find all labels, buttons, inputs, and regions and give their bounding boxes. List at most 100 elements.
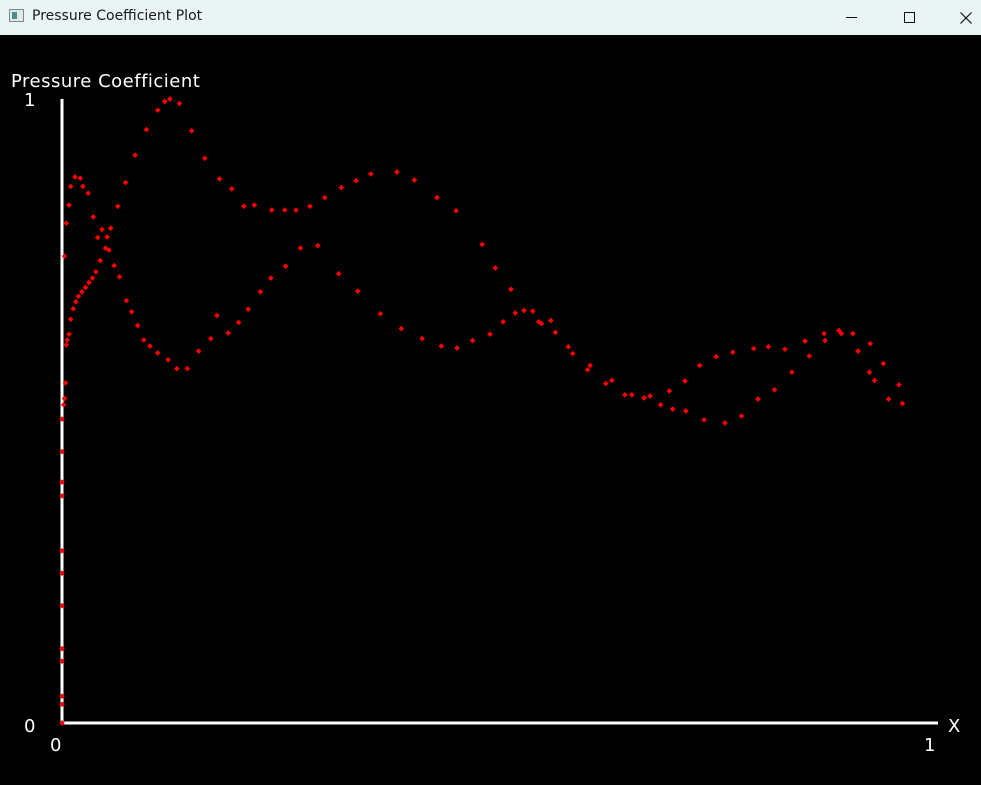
data-point-s1-29	[245, 306, 252, 313]
data-point-s1-59	[750, 345, 757, 352]
pressure-coefficient-chart: Pressure Coefficient 1 0 0 1 X	[11, 71, 961, 756]
data-point-s0-16	[64, 337, 71, 343]
data-point-s1-44	[500, 318, 506, 325]
data-point-s0-68	[669, 406, 676, 412]
close-button[interactable]	[943, 0, 981, 35]
x-tick-label-max: 1	[924, 735, 936, 756]
data-point-s0-75	[789, 369, 795, 376]
data-point-s1-40	[438, 343, 445, 349]
data-point-s0-72	[738, 413, 745, 419]
data-point-s1-13	[111, 262, 118, 269]
data-point-s0-29	[107, 225, 114, 232]
data-point-s1-2	[66, 202, 72, 208]
maximize-icon	[903, 12, 915, 23]
data-point-s0-79	[855, 348, 861, 354]
data-point-s0-1	[59, 701, 65, 708]
data-point-s0-17	[66, 331, 72, 338]
data-point-s1-41	[454, 345, 460, 351]
data-point-s0-66	[641, 395, 647, 401]
data-point-s0-26	[93, 268, 99, 275]
data-point-s1-38	[398, 325, 405, 332]
data-point-s1-61	[782, 346, 788, 353]
data-point-s0-53	[411, 177, 418, 183]
data-point-s0-35	[161, 98, 168, 105]
data-point-s1-42	[469, 337, 476, 344]
data-point-s1-25	[207, 335, 214, 342]
x-tick-label-min: 0	[50, 735, 62, 756]
data-point-s0-39	[201, 155, 208, 162]
data-point-s1-15	[123, 297, 130, 304]
data-point-s1-3	[67, 183, 74, 190]
data-point-s0-59	[521, 307, 527, 314]
data-point-s1-6	[80, 183, 86, 190]
data-point-s0-42	[240, 203, 247, 210]
data-point-s1-16	[128, 308, 135, 315]
data-point-s1-32	[282, 263, 289, 270]
data-point-s1-10	[99, 226, 105, 233]
data-point-s1-20	[154, 350, 161, 356]
data-point-s0-71	[722, 420, 728, 426]
data-point-s1-58	[729, 349, 736, 356]
data-point-s1-18	[140, 337, 147, 343]
data-point-s1-14	[116, 273, 123, 280]
data-point-s1-39	[419, 335, 426, 342]
data-point-s0-15	[63, 342, 70, 348]
data-point-s0-82	[885, 396, 892, 402]
data-point-s0-56	[479, 241, 486, 248]
data-point-s1-66	[867, 340, 874, 347]
data-point-s0-2	[59, 693, 65, 700]
title-bar: Pressure Coefficient Plot	[0, 0, 981, 35]
data-point-s1-49	[565, 343, 572, 350]
data-point-s0-58	[508, 286, 514, 293]
data-point-s1-56	[696, 362, 703, 369]
data-point-s1-60	[765, 343, 772, 350]
data-point-s0-4	[59, 645, 65, 652]
data-point-s0-48	[321, 194, 328, 201]
data-point-s0-8	[59, 493, 65, 499]
data-point-s0-65	[622, 391, 628, 398]
app-icon	[9, 9, 24, 22]
data-point-s1-23	[184, 365, 191, 372]
data-point-s0-9	[59, 479, 65, 485]
data-point-s1-48	[548, 317, 554, 324]
data-point-s0-62	[569, 350, 576, 357]
data-point-s0-37	[176, 100, 183, 107]
data-point-s1-37	[377, 310, 384, 317]
data-point-s0-69	[682, 408, 689, 414]
data-point-s1-55	[682, 378, 688, 384]
data-point-s1-31	[267, 275, 274, 281]
minimize-button[interactable]	[828, 0, 874, 35]
data-point-s1-62	[802, 338, 808, 344]
data-point-s0-76	[806, 353, 813, 359]
data-point-s0-52	[394, 169, 400, 175]
data-point-s0-19	[70, 305, 77, 312]
data-point-s1-57	[713, 353, 720, 360]
data-point-s1-63	[821, 330, 827, 337]
data-point-s0-50	[353, 177, 359, 184]
maximize-button[interactable]	[886, 0, 932, 35]
data-point-s0-55	[453, 207, 459, 214]
data-point-s1-46	[529, 308, 536, 315]
close-icon	[960, 11, 972, 24]
data-point-s1-43	[487, 331, 493, 338]
data-point-s0-11	[59, 416, 65, 422]
data-point-s0-49	[338, 184, 345, 191]
data-point-s0-57	[492, 265, 499, 271]
data-point-s0-44	[268, 207, 275, 213]
data-point-s1-36	[354, 288, 361, 295]
x-axis-label: X	[948, 716, 961, 737]
data-point-s1-54	[666, 388, 673, 394]
data-point-s0-31	[122, 179, 129, 186]
plot-area: Pressure Coefficient 1 0 0 1 X	[0, 35, 981, 785]
data-point-s0-7	[59, 547, 65, 554]
data-point-s0-10	[59, 448, 65, 455]
data-point-s1-11	[104, 234, 111, 240]
data-point-s1-5	[77, 175, 84, 182]
data-point-s1-45	[512, 310, 519, 316]
data-point-s0-47	[307, 203, 313, 210]
data-point-s0-83	[899, 400, 906, 407]
data-point-s0-73	[755, 396, 761, 402]
data-point-s0-51	[367, 171, 374, 177]
data-point-s0-43	[251, 202, 258, 208]
data-point-s0-34	[154, 107, 161, 114]
